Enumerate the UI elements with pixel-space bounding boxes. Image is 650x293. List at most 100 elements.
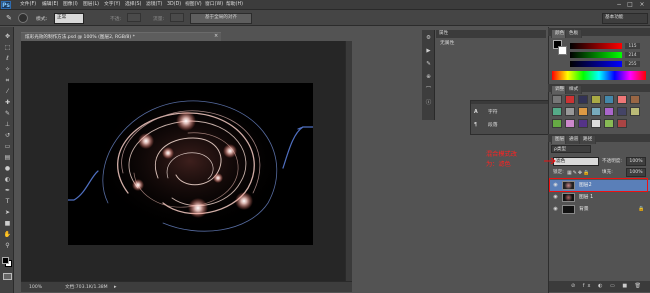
healing-tool-icon[interactable]: ✚	[3, 99, 12, 106]
menu-help[interactable]: 帮助(H)	[226, 1, 243, 9]
style-swatch[interactable]	[591, 107, 601, 116]
blend-mode-select[interactable]: 滤色	[553, 157, 599, 166]
move-tool-icon[interactable]: ✥	[3, 33, 12, 40]
lasso-tool-icon[interactable]: ℓ	[3, 55, 12, 62]
brush-panel-icon[interactable]: ✎	[425, 61, 432, 68]
path-select-tool-icon[interactable]: ➤	[3, 209, 12, 216]
eraser-tool-icon[interactable]: ▭	[3, 143, 12, 150]
history-panel-icon[interactable]: ⚙	[425, 35, 432, 42]
menu-file[interactable]: 文件(F)	[20, 1, 36, 9]
workspace-select[interactable]: 基本功能	[602, 13, 648, 24]
style-swatch[interactable]	[578, 107, 588, 116]
stamp-tool-icon[interactable]: ⊥	[3, 121, 12, 128]
image-canvas[interactable]	[68, 83, 313, 245]
color-spectrum-bar[interactable]	[552, 71, 646, 80]
style-swatch[interactable]	[604, 107, 614, 116]
style-swatch[interactable]	[565, 107, 575, 116]
style-swatch[interactable]	[552, 95, 562, 104]
info-panel-icon[interactable]: ⓘ	[425, 100, 432, 107]
maximize-icon[interactable]: □	[625, 1, 635, 8]
menu-3d[interactable]: 3D(D)	[167, 1, 181, 9]
paragraph-item[interactable]: ¶ 段落	[474, 121, 546, 131]
close-tab-icon[interactable]: ×	[214, 33, 220, 40]
red-value[interactable]: 115	[625, 43, 640, 49]
zoom-tool-icon[interactable]: ⚲	[3, 242, 12, 249]
brush-tool-icon[interactable]: ✎	[3, 110, 12, 117]
style-swatch[interactable]	[604, 95, 614, 104]
style-swatch[interactable]	[578, 119, 588, 128]
eyedropper-tool-icon[interactable]: ⁄	[3, 88, 12, 95]
clone-source-icon[interactable]: ⊕	[425, 74, 432, 81]
align-button[interactable]: 基于全局的对齐	[190, 13, 252, 24]
document-tab[interactable]: 炫彩光效的制作方法.psd @ 100% (图层2, RGB/8) *	[21, 32, 221, 41]
menu-filter[interactable]: 滤镜(T)	[146, 1, 162, 9]
character-item[interactable]: A 字符	[474, 108, 546, 118]
green-slider[interactable]	[570, 52, 622, 58]
quick-mask-icon[interactable]	[3, 273, 12, 280]
eye-icon[interactable]: ◉	[552, 194, 559, 201]
zoom-level[interactable]: 100%	[29, 284, 42, 291]
brush-preset-icon[interactable]	[18, 13, 28, 23]
style-swatch[interactable]	[578, 95, 588, 104]
minimize-icon[interactable]: −	[614, 1, 624, 8]
menu-edit[interactable]: 编辑(E)	[42, 1, 58, 9]
status-menu-icon[interactable]: ▸	[114, 285, 119, 290]
quick-select-tool-icon[interactable]: ✧	[3, 66, 12, 73]
shape-tool-icon[interactable]: ■	[3, 220, 12, 227]
menu-view[interactable]: 视图(V)	[185, 1, 202, 9]
actions-panel-icon[interactable]: ▶	[425, 48, 432, 55]
history-brush-tool-icon[interactable]: ↺	[3, 132, 12, 139]
close-icon[interactable]: ×	[637, 1, 647, 8]
type-tool-icon[interactable]: T	[3, 198, 12, 205]
hand-tool-icon[interactable]: ✋	[3, 231, 12, 238]
layers-footer-icons[interactable]: ⊘ fx ◐ ▭ ■ 🗑	[549, 281, 650, 292]
style-swatch[interactable]	[617, 119, 627, 128]
style-swatch[interactable]	[552, 119, 562, 128]
style-swatch[interactable]	[591, 95, 601, 104]
background-color-chip[interactable]	[558, 46, 567, 55]
menu-select[interactable]: 选择(S)	[125, 1, 141, 9]
tab-swatches[interactable]: 色板	[565, 29, 583, 38]
flow-input[interactable]	[170, 13, 184, 22]
style-swatch[interactable]	[617, 95, 627, 104]
marquee-tool-icon[interactable]: ⬚	[3, 44, 12, 51]
opacity-field[interactable]: 100%	[626, 157, 646, 166]
brush-tool-icon[interactable]: ✎	[3, 13, 15, 23]
tab-styles[interactable]: 样式	[565, 85, 583, 94]
blue-slider[interactable]	[570, 61, 622, 67]
red-slider[interactable]	[570, 43, 622, 49]
gradient-tool-icon[interactable]: ▤	[3, 154, 12, 161]
pen-tool-icon[interactable]: ✒	[3, 187, 12, 194]
foreground-color-swatch[interactable]	[2, 257, 9, 264]
style-swatch[interactable]	[617, 107, 627, 116]
properties-header[interactable]: 属性	[436, 30, 546, 38]
green-value[interactable]: 214	[625, 52, 640, 58]
blue-value[interactable]: 255	[625, 61, 640, 67]
fill-field[interactable]: 100%	[626, 168, 646, 177]
style-swatch[interactable]	[604, 119, 614, 128]
menu-window[interactable]: 窗口(W)	[205, 1, 223, 9]
dodge-tool-icon[interactable]: ◐	[3, 176, 12, 183]
vertical-scrollbar[interactable]	[345, 41, 352, 281]
panel-grip[interactable]	[471, 101, 549, 104]
blur-tool-icon[interactable]: ●	[3, 165, 12, 172]
opacity-input[interactable]	[127, 13, 141, 22]
mode-select[interactable]: 正常	[54, 13, 84, 24]
style-swatch[interactable]	[565, 119, 575, 128]
timeline-icon[interactable]: ⌒	[425, 87, 432, 94]
menu-image[interactable]: 图像(I)	[63, 1, 78, 9]
eye-icon[interactable]: ◉	[552, 206, 559, 213]
layer-row[interactable]: ◉ 背景 🔒	[549, 204, 650, 215]
style-swatch[interactable]	[591, 119, 601, 128]
crop-tool-icon[interactable]: ⌗	[3, 77, 12, 84]
menu-layer[interactable]: 图层(L)	[83, 1, 99, 9]
menu-type[interactable]: 文字(Y)	[104, 1, 120, 9]
style-swatch[interactable]	[630, 107, 640, 116]
layer-filter-select[interactable]: ρ类型	[551, 145, 591, 153]
tab-paths[interactable]: 路径	[579, 135, 597, 144]
style-swatch[interactable]	[552, 107, 562, 116]
style-swatch[interactable]	[630, 95, 640, 104]
style-swatch[interactable]	[565, 95, 575, 104]
lock-icons[interactable]: ▦✎✥🔒	[567, 169, 597, 177]
layer-row[interactable]: ◉ 图层 1	[549, 192, 650, 203]
